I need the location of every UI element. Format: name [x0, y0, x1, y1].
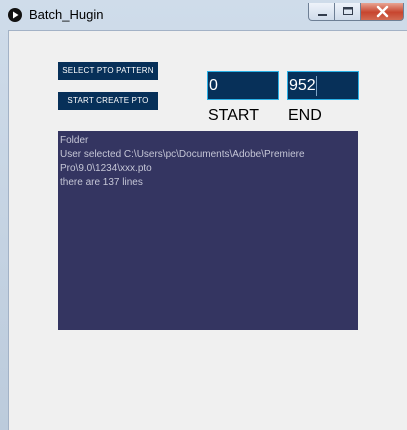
app-window: Batch_Hugin SELECT PTO PATTERN START CRE…	[0, 0, 407, 430]
select-pto-pattern-button[interactable]: SELECT PTO PATTERN	[58, 62, 158, 80]
play-icon[interactable]	[8, 8, 22, 22]
window-title: Batch_Hugin	[29, 7, 104, 22]
title-bar[interactable]: Batch_Hugin	[0, 0, 407, 30]
text-caret	[316, 76, 317, 96]
log-line-count: there are 137 lines	[60, 177, 143, 188]
close-icon	[376, 5, 389, 18]
end-value: 952	[289, 77, 316, 94]
maximize-icon	[343, 7, 353, 15]
log-line-folder: Folder	[60, 135, 89, 146]
start-field[interactable]: 0	[207, 71, 279, 100]
end-field[interactable]: 952	[287, 71, 359, 100]
end-label: END	[288, 107, 322, 124]
maximize-button[interactable]	[335, 3, 361, 21]
minimize-button[interactable]	[308, 3, 335, 21]
start-value: 0	[209, 77, 218, 94]
log-line-selected-file: User selected C:\Users\pc\Documents\Adob…	[60, 149, 308, 174]
start-label: START	[208, 107, 259, 124]
minimize-icon	[318, 14, 327, 16]
start-create-pto-button[interactable]: START CREATE PTO	[58, 92, 158, 110]
log-panel[interactable]: Folder User selected C:\Users\pc\Documen…	[58, 131, 358, 330]
close-button[interactable]	[361, 3, 404, 21]
